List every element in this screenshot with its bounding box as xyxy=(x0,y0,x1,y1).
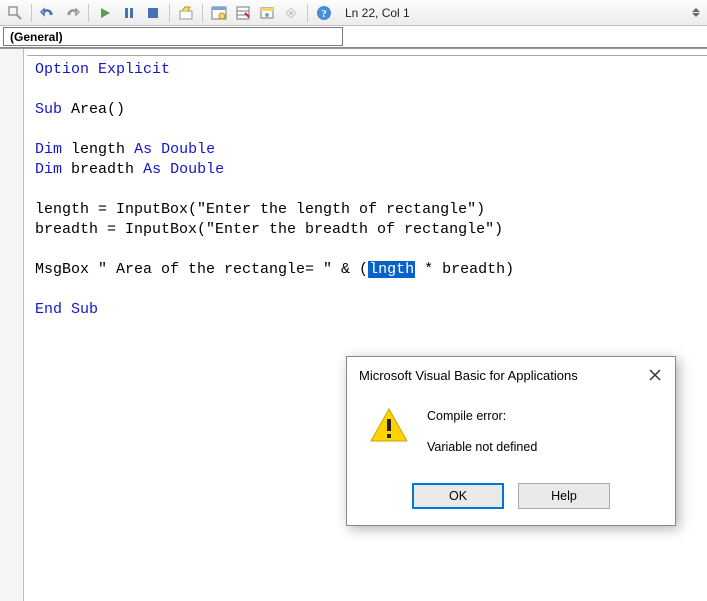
error-dialog: Microsoft Visual Basic for Applications … xyxy=(346,356,676,526)
ident: breadth xyxy=(71,161,134,178)
separator xyxy=(202,4,203,22)
separator xyxy=(88,4,89,22)
break-icon[interactable] xyxy=(118,2,140,24)
ident: Area() xyxy=(71,101,125,118)
svg-text:?: ? xyxy=(321,8,327,20)
dialog-body: Compile error: Variable not defined xyxy=(347,393,675,477)
kw: Dim xyxy=(35,161,62,178)
cursor-position: Ln 22, Col 1 xyxy=(345,6,410,20)
kw: Option xyxy=(35,61,89,78)
kw: Sub xyxy=(71,301,98,318)
toolbar: ? Ln 22, Col 1 xyxy=(0,0,707,26)
scope-bar: (General) xyxy=(0,26,707,48)
error-highlight: lngth xyxy=(368,261,415,278)
code-line: * breadth) xyxy=(415,261,514,278)
help-button[interactable]: Help xyxy=(518,483,610,509)
dialog-line2: Variable not defined xyxy=(427,438,537,457)
code-line: MsgBox " Area of the rectangle= " & ( xyxy=(35,261,368,278)
properties-icon[interactable] xyxy=(232,2,254,24)
ok-button[interactable]: OK xyxy=(412,483,504,509)
kw: Explicit xyxy=(98,61,170,78)
close-icon[interactable] xyxy=(645,365,665,385)
kw: As xyxy=(143,161,161,178)
kw: Double xyxy=(161,141,215,158)
warning-icon xyxy=(369,407,409,443)
kw: End xyxy=(35,301,62,318)
dialog-titlebar: Microsoft Visual Basic for Applications xyxy=(347,357,675,393)
dialog-message: Compile error: Variable not defined xyxy=(427,407,537,457)
ident: length xyxy=(71,141,125,158)
design-mode-icon[interactable] xyxy=(175,2,197,24)
dialog-buttons: OK Help xyxy=(347,477,675,525)
find-icon[interactable] xyxy=(4,2,26,24)
scope-dropdown[interactable]: (General) xyxy=(3,27,343,46)
toolbox-icon[interactable] xyxy=(280,2,302,24)
run-icon[interactable] xyxy=(94,2,116,24)
code-line: breadth = InputBox("Enter the breadth of… xyxy=(35,221,503,238)
margin-indicator xyxy=(0,49,24,601)
separator xyxy=(31,4,32,22)
kw: Dim xyxy=(35,141,62,158)
separator xyxy=(307,4,308,22)
redo-icon[interactable] xyxy=(61,2,83,24)
kw: As xyxy=(134,141,152,158)
scope-label: (General) xyxy=(10,30,63,44)
code-line: length = InputBox("Enter the length of r… xyxy=(35,201,485,218)
help-icon[interactable]: ? xyxy=(313,2,335,24)
project-explorer-icon[interactable] xyxy=(208,2,230,24)
object-browser-icon[interactable] xyxy=(256,2,278,24)
toolbar-overflow[interactable] xyxy=(689,2,703,24)
kw: Sub xyxy=(35,101,62,118)
dialog-title: Microsoft Visual Basic for Applications xyxy=(359,368,578,383)
undo-icon[interactable] xyxy=(37,2,59,24)
separator xyxy=(169,4,170,22)
reset-icon[interactable] xyxy=(142,2,164,24)
kw: Double xyxy=(170,161,224,178)
dialog-line1: Compile error: xyxy=(427,407,537,426)
